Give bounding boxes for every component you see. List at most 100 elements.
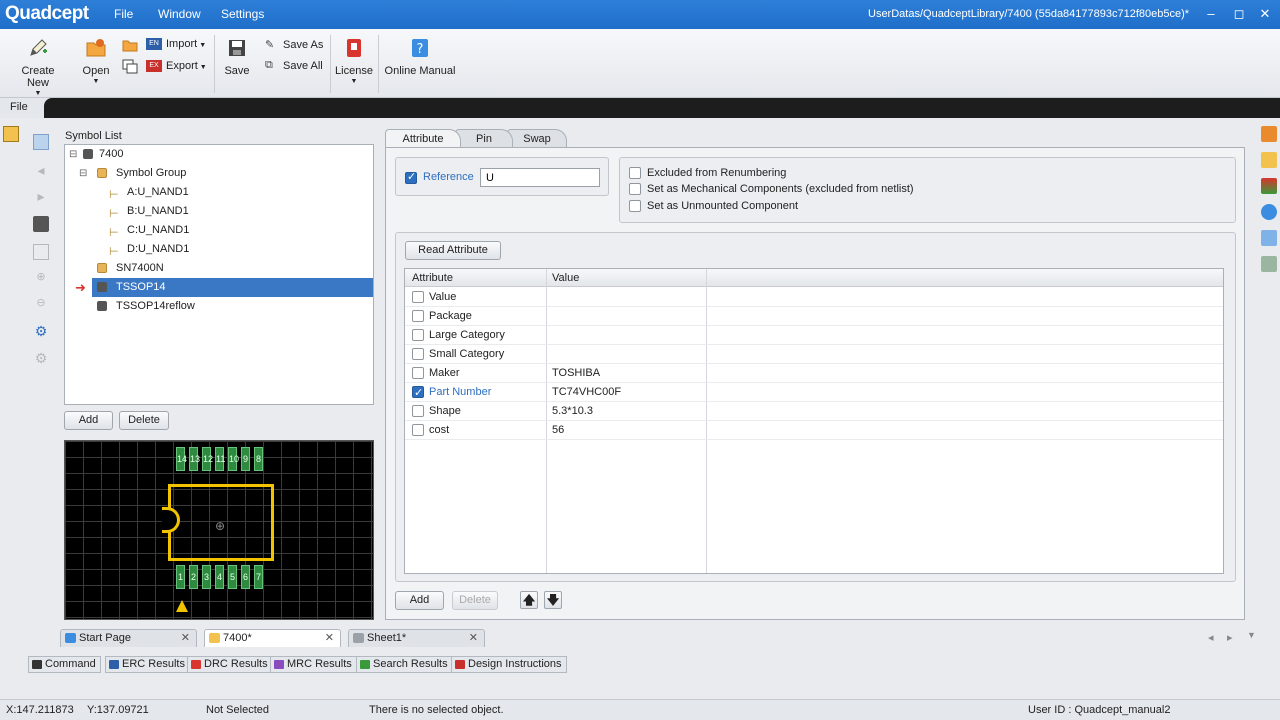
menu-file[interactable]: File	[114, 7, 133, 21]
tree-item-symbol[interactable]: ⊢ B:U_NAND1	[65, 202, 373, 221]
table-row[interactable]: Small Category	[405, 345, 1223, 364]
scroll-left-icon[interactable]: ◂	[1208, 631, 1214, 644]
zoom-out-icon[interactable]: ⊖	[33, 296, 49, 312]
row-checkbox[interactable]	[412, 384, 424, 402]
close-tab-icon[interactable]: ✕	[325, 630, 334, 646]
minimize-icon[interactable]: –	[1203, 6, 1219, 21]
online-manual-button[interactable]: ? Online Manual	[384, 37, 456, 77]
tab-design-instructions[interactable]: Design Instructions	[451, 656, 567, 673]
doc-tab-start-page[interactable]: Start Page ✕	[60, 629, 197, 647]
layer-icon[interactable]	[1261, 178, 1277, 194]
doc-tab-7400[interactable]: 7400* ✕	[204, 629, 341, 647]
save-icon[interactable]	[33, 216, 49, 232]
table-row[interactable]: Maker TOSHIBA	[405, 364, 1223, 383]
checkbox[interactable]	[629, 167, 641, 180]
zoom-in-icon[interactable]: ⊕	[33, 270, 49, 286]
save-as-button[interactable]: ✎ Save As	[265, 38, 323, 52]
settings-icon[interactable]: ⚙	[33, 350, 49, 366]
property-icon[interactable]	[1261, 126, 1277, 142]
menu-window[interactable]: Window	[158, 7, 201, 21]
doc-tab-sheet1[interactable]: Sheet1* ✕	[348, 629, 485, 647]
tab-command[interactable]: Command	[28, 656, 101, 673]
row-checkbox[interactable]	[412, 405, 424, 417]
ribbon-toolbar: Create New ▼ Open ▼ EN Import ▼ EX Export ▼ …	[0, 29, 1280, 98]
tab-swap[interactable]: Swap	[507, 129, 567, 147]
tree-item-sn7400n[interactable]: SN7400N	[65, 259, 373, 278]
tab-attribute[interactable]: Attribute	[385, 129, 461, 148]
attribute-add-button[interactable]: Add	[395, 591, 444, 610]
forward-icon[interactable]: ▸	[33, 188, 49, 204]
select-icon[interactable]	[33, 134, 49, 150]
export-button[interactable]: EX Export ▼	[146, 60, 207, 73]
maximize-icon[interactable]: ◻	[1231, 6, 1247, 22]
reference-input[interactable]	[480, 168, 600, 187]
license-button[interactable]: License ▼	[335, 37, 373, 85]
symbol-add-button[interactable]: Add	[64, 411, 113, 430]
row-checkbox[interactable]	[412, 367, 424, 379]
row-checkbox[interactable]	[412, 310, 424, 322]
excluded-renumbering-option[interactable]: Excluded from Renumbering	[629, 167, 786, 180]
pad: 2	[189, 565, 198, 589]
open-button[interactable]: Open ▼	[80, 37, 112, 85]
search-icon[interactable]	[1261, 204, 1277, 220]
gear-icon[interactable]: ⚙	[33, 323, 49, 339]
tree-item-7400[interactable]: ⊟ 7400	[65, 145, 373, 164]
import-button[interactable]: EN Import ▼	[146, 38, 206, 51]
table-row[interactable]: Value	[405, 288, 1223, 307]
unmounted-component-option[interactable]: Set as Unmounted Component	[629, 200, 798, 213]
move-down-icon[interactable]: 🡇	[544, 591, 562, 609]
tab-erc-results[interactable]: ERC Results	[105, 656, 190, 673]
file-tab[interactable]: File	[10, 101, 28, 113]
table-row[interactable]: Shape 5.3*10.3	[405, 402, 1223, 421]
checkbox[interactable]	[629, 200, 641, 213]
tab-mrc-results[interactable]: MRC Results	[270, 656, 357, 673]
symbol-delete-button[interactable]: Delete	[119, 411, 169, 430]
back-icon[interactable]: ◂	[33, 162, 49, 178]
svg-text:?: ?	[417, 42, 424, 57]
create-new-button[interactable]: Create New ▼	[9, 37, 67, 97]
collapse-icon[interactable]: ⊟	[79, 164, 87, 183]
attribute-delete-button[interactable]: Delete	[452, 591, 498, 610]
tab-pin[interactable]: Pin	[455, 129, 513, 147]
close-icon[interactable]: ✕	[1257, 6, 1273, 22]
tree-item-symbol[interactable]: ⊢ A:U_NAND1	[65, 183, 373, 202]
checkbox[interactable]	[629, 183, 641, 196]
table-row[interactable]: cost 56	[405, 421, 1223, 440]
save-button[interactable]: Save	[222, 37, 252, 77]
reference-label: Reference	[423, 171, 474, 183]
column-header-value[interactable]: Value	[552, 272, 579, 284]
frame-icon[interactable]	[33, 244, 49, 260]
image-icon[interactable]	[1261, 256, 1277, 272]
library-icon[interactable]	[3, 126, 19, 142]
move-up-icon[interactable]: 🡅	[520, 591, 538, 609]
close-tab-icon[interactable]: ✕	[469, 630, 478, 646]
reference-checkbox[interactable]	[405, 170, 417, 184]
column-header-attribute[interactable]: Attribute	[412, 272, 453, 284]
tree-item-tssop14reflow[interactable]: TSSOP14reflow	[65, 297, 373, 316]
collapse-icon[interactable]: ⊟	[69, 145, 77, 164]
tree-item-symbol[interactable]: ⊢ C:U_NAND1	[65, 221, 373, 240]
save-all-button[interactable]: ⧉ Save All	[265, 59, 323, 73]
tree-item-symbol[interactable]: ⊢ D:U_NAND1	[65, 240, 373, 259]
tab-list-icon[interactable]: ▼	[1247, 630, 1256, 640]
read-attribute-button[interactable]: Read Attribute	[405, 241, 501, 260]
scroll-right-icon[interactable]: ▸	[1227, 631, 1233, 644]
row-checkbox[interactable]	[412, 329, 424, 341]
save-label: Save	[224, 65, 250, 77]
mechanical-component-option[interactable]: Set as Mechanical Components (excluded f…	[629, 183, 914, 196]
tab-search-results[interactable]: Search Results	[356, 656, 453, 673]
row-checkbox[interactable]	[412, 348, 424, 360]
tab-drc-results[interactable]: DRC Results	[187, 656, 273, 673]
table-row[interactable]: Large Category	[405, 326, 1223, 345]
table-row[interactable]: Part Number TC74VHC00F	[405, 383, 1223, 402]
tree-item-tssop14[interactable]: TSSOP14	[92, 278, 373, 297]
row-checkbox[interactable]	[412, 424, 424, 436]
tree-item-symbol-group[interactable]: ⊟ Symbol Group	[65, 164, 373, 183]
library-icon[interactable]	[1261, 152, 1277, 168]
table-row[interactable]: Package	[405, 307, 1223, 326]
parts-icon[interactable]	[1261, 230, 1277, 246]
row-checkbox[interactable]	[412, 291, 424, 303]
close-tab-icon[interactable]: ✕	[181, 630, 190, 646]
menu-settings[interactable]: Settings	[221, 7, 264, 21]
footprint-preview[interactable]: 14 13 12 11 10 9 8 ⊕ 1 2 3 4 5 6 7	[64, 440, 374, 620]
